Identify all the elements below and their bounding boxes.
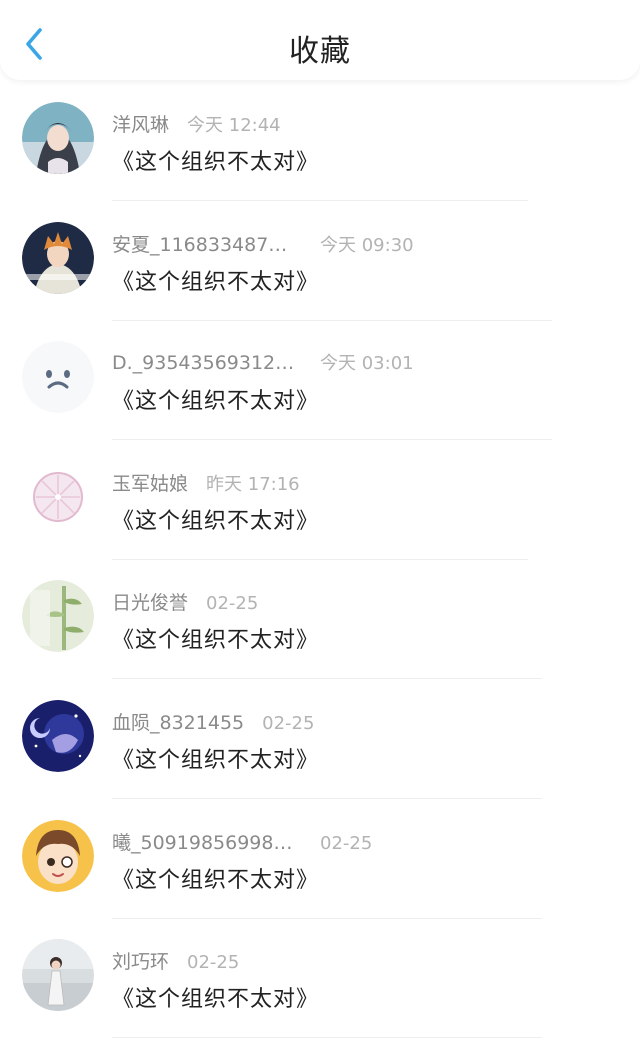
list-item[interactable]: 日光俊誉 02-25 《这个组织不太对》 <box>0 560 640 680</box>
plant-avatar-icon <box>22 580 94 653</box>
list-item[interactable]: 玉军姑娘 昨天 17:16 《这个组织不太对》 <box>0 441 640 561</box>
sad-face-avatar-icon <box>22 341 94 414</box>
item-meta: 玉军姑娘 昨天 17:16 <box>112 469 300 496</box>
avatar[interactable] <box>22 341 94 414</box>
item-meta: 血陨_8321455 02-25 <box>112 708 314 735</box>
book-title[interactable]: 《这个组织不太对》 <box>112 742 319 774</box>
timestamp: 昨天 17:16 <box>206 473 300 495</box>
item-meta: 曦_50919856998… 02-25 <box>112 828 372 855</box>
timestamp: 02-25 <box>206 593 259 615</box>
photo-girl-avatar-icon <box>22 939 94 1012</box>
timestamp: 02-25 <box>187 952 240 974</box>
list-item[interactable]: 刘巧环 02-25 《这个组织不太对》 <box>0 919 640 1039</box>
book-title[interactable]: 《这个组织不太对》 <box>112 981 319 1013</box>
timestamp: 今天 09:30 <box>320 234 414 256</box>
list-item[interactable]: 血陨_8321455 02-25 《这个组织不太对》 <box>0 680 640 800</box>
user-name[interactable]: 刘巧环 <box>112 947 169 974</box>
user-name[interactable]: D._93543569312… <box>112 352 302 374</box>
book-title[interactable]: 《这个组织不太对》 <box>112 622 319 654</box>
user-name[interactable]: 日光俊誉 <box>112 588 188 615</box>
item-meta: 日光俊誉 02-25 <box>112 588 258 615</box>
avatar[interactable] <box>22 102 94 174</box>
avatar[interactable] <box>22 221 94 294</box>
list-item[interactable]: 曦_50919856998… 02-25 《这个组织不太对》 <box>0 800 640 920</box>
item-meta: 洋风琳 今天 12:44 <box>112 110 281 137</box>
favorites-list: 洋风琳 今天 12:44 《这个组织不太对》 安夏_116833487… 今天 … <box>0 82 640 1039</box>
user-name[interactable]: 血陨_8321455 <box>112 708 244 735</box>
list-item[interactable]: D._93543569312… 今天 03:01 《这个组织不太对》 <box>0 321 640 441</box>
user-name[interactable]: 安夏_116833487… <box>112 230 302 257</box>
avatar[interactable] <box>22 460 94 533</box>
user-name[interactable]: 玉军姑娘 <box>112 469 188 496</box>
timestamp: 今天 03:01 <box>320 353 414 375</box>
book-title[interactable]: 《这个组织不太对》 <box>112 144 319 176</box>
item-meta: 安夏_116833487… 今天 09:30 <box>112 230 414 257</box>
lemon-slice-avatar-icon <box>22 460 94 533</box>
book-title[interactable]: 《这个组织不太对》 <box>112 503 319 535</box>
list-item[interactable]: 安夏_116833487… 今天 09:30 《这个组织不太对》 <box>0 202 640 322</box>
page-title: 收藏 <box>289 34 351 69</box>
book-title[interactable]: 《这个组织不太对》 <box>112 383 319 415</box>
cartoon-boy-avatar-icon <box>22 819 94 892</box>
avatar[interactable] <box>22 699 94 772</box>
avatar[interactable] <box>22 580 94 653</box>
timestamp: 今天 12:44 <box>187 115 281 136</box>
book-title[interactable]: 《这个组织不太对》 <box>112 862 319 894</box>
item-meta: D._93543569312… 今天 03:01 <box>112 349 414 375</box>
timestamp: 02-25 <box>320 832 373 854</box>
user-name[interactable]: 曦_50919856998… <box>112 828 302 855</box>
anime-girl-avatar-icon <box>22 102 94 174</box>
avatar[interactable] <box>22 819 94 892</box>
item-meta: 刘巧环 02-25 <box>112 947 239 974</box>
avatar[interactable] <box>22 939 94 1012</box>
anime-boy-avatar-icon <box>22 221 94 294</box>
night-sky-avatar-icon <box>22 699 94 772</box>
book-title[interactable]: 《这个组织不太对》 <box>112 264 319 296</box>
timestamp: 02-25 <box>262 712 315 734</box>
user-name[interactable]: 洋风琳 <box>112 110 169 137</box>
list-item[interactable]: 洋风琳 今天 12:44 《这个组织不太对》 <box>0 82 640 202</box>
header-bar: 收藏 <box>0 0 640 80</box>
